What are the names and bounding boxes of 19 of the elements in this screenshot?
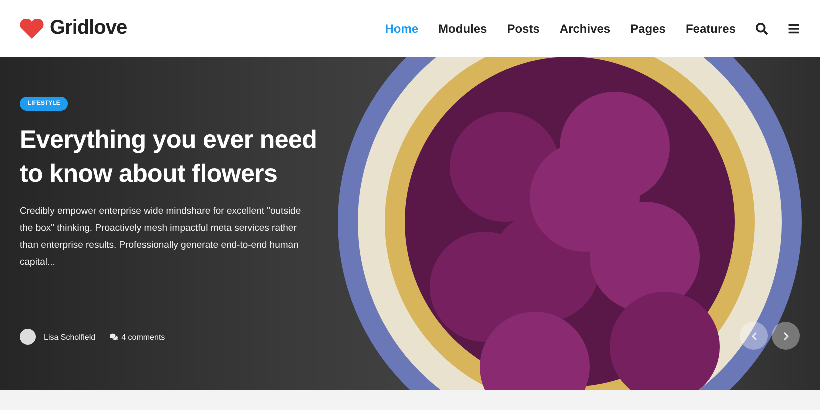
post-excerpt: Credibly empower enterprise wide mindshare for excellent "outside the box" thinking. Proactively mesh impactful meta services rather than enterprise results. Professionally generate end-to-end human capital... [20, 205, 302, 270]
nav-link[interactable]: Pages [630, 22, 666, 36]
nav-link[interactable]: Posts [507, 22, 540, 36]
next-button[interactable] [772, 322, 800, 350]
comments-icon [110, 333, 118, 341]
menu-icon[interactable] [788, 22, 800, 34]
comments-link[interactable]: 4 comments [110, 332, 166, 342]
search-icon[interactable] [756, 22, 768, 34]
author-name[interactable]: Lisa Scholfield [44, 332, 96, 342]
previous-button[interactable] [740, 322, 768, 350]
nav-link[interactable]: Modules [438, 22, 488, 36]
author-avatar [20, 329, 36, 345]
post-title[interactable]: Everything you ever need to know about flowers [20, 123, 330, 191]
chevron-left-icon [750, 332, 758, 340]
site-logo[interactable]: Gridlove [50, 17, 128, 40]
chevron-right-icon [782, 332, 790, 340]
nav-link[interactable]: Archives [560, 22, 611, 36]
heart-logo-icon [20, 18, 44, 38]
nav-link[interactable]: Features [686, 22, 736, 36]
